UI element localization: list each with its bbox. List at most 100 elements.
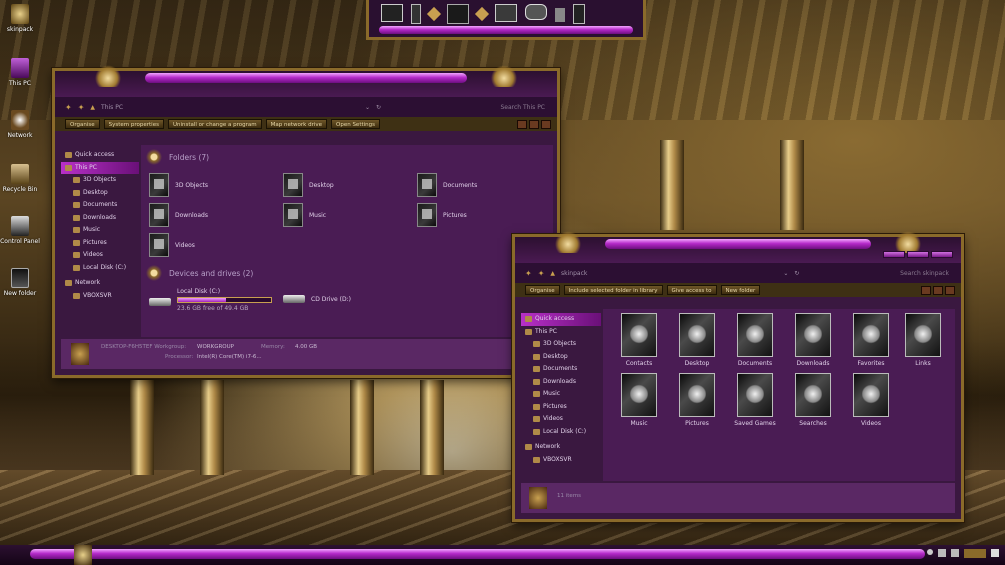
forward-arrow-icon[interactable]: ✦ xyxy=(78,103,85,112)
file-item[interactable]: Searches xyxy=(787,373,839,427)
desktop-icon-recycle-bin[interactable]: Recycle Bin xyxy=(0,164,40,193)
file-item[interactable]: Pictures xyxy=(671,373,723,427)
chevron-down-icon[interactable]: ⌄ xyxy=(783,270,788,277)
address-path[interactable]: skinpack xyxy=(561,270,587,277)
address-path[interactable]: This PC xyxy=(101,104,123,111)
action-center-icon[interactable] xyxy=(991,549,999,557)
title-bar[interactable] xyxy=(55,65,557,97)
forward-arrow-icon[interactable]: ✦ xyxy=(538,269,545,278)
notification-icon[interactable] xyxy=(927,549,933,555)
folder-item[interactable]: Pictures xyxy=(417,203,467,227)
open-settings-button[interactable]: Open Settings xyxy=(331,119,380,129)
drive-item-c[interactable]: Local Disk (C:) 23.6 GB free of 49.4 GB xyxy=(149,288,272,312)
nav-music[interactable]: Music xyxy=(521,388,601,401)
nav-quick-access[interactable]: Quick access xyxy=(521,313,601,326)
nav-documents[interactable]: Documents xyxy=(61,199,139,212)
folder-item[interactable]: Documents xyxy=(417,173,477,197)
file-item[interactable]: Contacts xyxy=(613,313,665,367)
phone-icon[interactable] xyxy=(411,4,421,24)
back-arrow-icon[interactable]: ✦ xyxy=(525,269,532,278)
nav-local-disk[interactable]: Local Disk (C:) xyxy=(521,426,601,439)
chevron-down-icon[interactable]: ⌄ xyxy=(365,104,370,111)
nav-network[interactable]: Network xyxy=(521,441,601,454)
view-icon[interactable] xyxy=(517,119,527,129)
nav-vboxsvr[interactable]: VBOXSVR xyxy=(61,290,139,303)
nav-this-pc[interactable]: This PC xyxy=(61,161,139,174)
folder-item[interactable]: Downloads xyxy=(149,203,208,227)
pane-icon[interactable] xyxy=(529,119,539,129)
file-item[interactable]: Documents xyxy=(729,313,781,367)
file-item[interactable]: Links xyxy=(897,313,949,367)
computer-icon[interactable] xyxy=(447,4,469,24)
close-button[interactable] xyxy=(931,251,953,258)
refresh-icon[interactable]: ↻ xyxy=(376,104,381,111)
pane-icon[interactable] xyxy=(933,285,943,295)
include-in-library-button[interactable]: Include selected folder in library xyxy=(563,285,663,295)
monitor-icon[interactable] xyxy=(381,4,403,22)
maximize-button[interactable] xyxy=(907,251,929,258)
search-input[interactable]: Search skinpack xyxy=(900,270,949,277)
new-folder-button[interactable]: New folder xyxy=(720,285,761,295)
file-item[interactable]: Favorites xyxy=(845,313,897,367)
file-item[interactable]: Videos xyxy=(845,373,897,427)
uninstall-button[interactable]: Uninstall or change a program xyxy=(167,119,262,129)
nav-local-disk[interactable]: Local Disk (C:) xyxy=(61,262,139,275)
back-arrow-icon[interactable]: ✦ xyxy=(65,103,72,112)
folder-item[interactable]: 3D Objects xyxy=(149,173,208,197)
device-icon[interactable] xyxy=(573,4,585,24)
desktop-icon-this-pc[interactable]: This PC xyxy=(0,58,40,87)
refresh-icon[interactable]: ↻ xyxy=(794,270,799,277)
desktop-icon-control-panel[interactable]: Control Panel xyxy=(0,216,40,245)
star-icon[interactable] xyxy=(474,6,490,22)
volume-icon[interactable] xyxy=(951,549,959,557)
camera-icon[interactable] xyxy=(495,4,517,22)
nav-downloads[interactable]: Downloads xyxy=(61,212,139,225)
nav-downloads[interactable]: Downloads xyxy=(521,376,601,389)
organise-button[interactable]: Organise xyxy=(65,119,100,129)
drive-item-d[interactable]: CD Drive (D:) xyxy=(283,295,351,303)
folder-item[interactable]: Videos xyxy=(149,233,195,257)
star-icon[interactable] xyxy=(426,6,442,22)
lock-icon[interactable] xyxy=(555,8,565,22)
desktop-icon-skinpack[interactable]: skinpack xyxy=(0,4,40,33)
network-icon[interactable] xyxy=(938,549,946,557)
start-button[interactable] xyxy=(74,545,92,565)
file-item[interactable]: Downloads xyxy=(787,313,839,367)
nav-desktop[interactable]: Desktop xyxy=(61,187,139,200)
taskbar xyxy=(0,545,1005,565)
up-arrow-icon[interactable]: ▲ xyxy=(550,270,555,277)
nav-desktop[interactable]: Desktop xyxy=(521,351,601,364)
nav-3d-objects[interactable]: 3D Objects xyxy=(521,338,601,351)
nav-network[interactable]: Network xyxy=(61,277,139,290)
nav-documents[interactable]: Documents xyxy=(521,363,601,376)
clock[interactable] xyxy=(964,549,986,558)
title-bar[interactable] xyxy=(515,231,961,263)
map-network-drive-button[interactable]: Map network drive xyxy=(265,119,327,129)
nav-music[interactable]: Music xyxy=(61,224,139,237)
file-item[interactable]: Desktop xyxy=(671,313,723,367)
help-icon[interactable] xyxy=(541,119,551,129)
up-arrow-icon[interactable]: ▲ xyxy=(90,104,95,111)
desktop-icon-new-folder[interactable]: New folder xyxy=(0,268,40,297)
folder-item[interactable]: Music xyxy=(283,203,326,227)
nav-videos[interactable]: Videos xyxy=(521,413,601,426)
file-item[interactable]: Saved Games xyxy=(729,373,781,427)
desktop-icon-network[interactable]: Network xyxy=(0,110,40,139)
system-properties-button[interactable]: System properties xyxy=(103,119,164,129)
nav-videos[interactable]: Videos xyxy=(61,249,139,262)
gamepad-icon[interactable] xyxy=(525,4,547,20)
file-item[interactable]: Music xyxy=(613,373,665,427)
nav-pictures[interactable]: Pictures xyxy=(61,237,139,250)
search-input[interactable]: Search This PC xyxy=(501,104,546,111)
nav-3d-objects[interactable]: 3D Objects xyxy=(61,174,139,187)
nav-this-pc[interactable]: This PC xyxy=(521,326,601,339)
folder-item[interactable]: Desktop xyxy=(283,173,334,197)
nav-vboxsvr[interactable]: VBOXSVR xyxy=(521,454,601,467)
help-icon[interactable] xyxy=(945,285,955,295)
nav-quick-access[interactable]: Quick access xyxy=(61,149,139,162)
nav-pictures[interactable]: Pictures xyxy=(521,401,601,414)
minimize-button[interactable] xyxy=(883,251,905,258)
view-icon[interactable] xyxy=(921,285,931,295)
organise-button[interactable]: Organise xyxy=(525,285,560,295)
give-access-button[interactable]: Give access to xyxy=(666,285,717,295)
